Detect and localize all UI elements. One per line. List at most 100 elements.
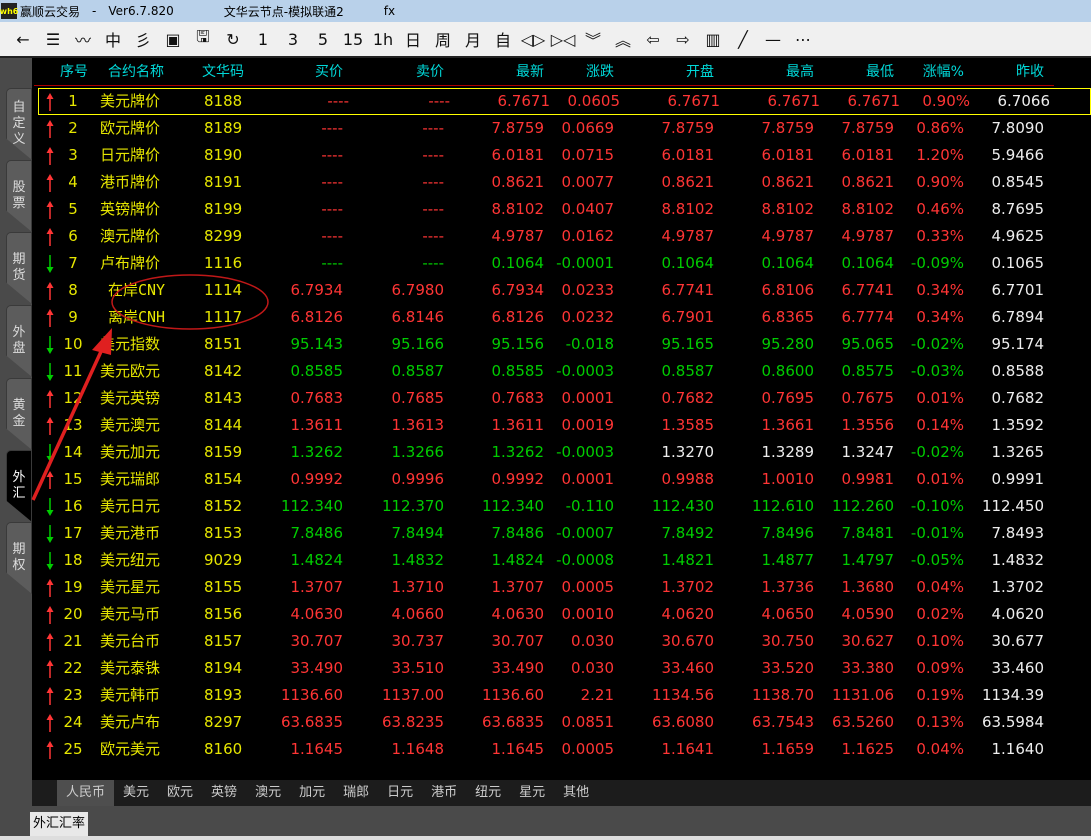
table-row[interactable]: 2 欧元牌价 8189 ---- ---- 7.8759 0.0669 7.8759 7.875… bbox=[32, 115, 1091, 142]
column-header-9[interactable]: 最低 bbox=[866, 58, 894, 86]
column-header-10[interactable]: 涨幅% bbox=[923, 58, 964, 86]
table-row[interactable]: 4 港币牌价 8191 ---- ---- 0.8621 0.0077 0.8621 0.862… bbox=[32, 169, 1091, 196]
candlestick-icon[interactable]: 中 bbox=[98, 25, 128, 53]
zoom-in-icon[interactable]: ▷◁ bbox=[548, 25, 578, 53]
arrow-left-icon[interactable]: ⇦ bbox=[638, 25, 668, 53]
cell-change: 0.0001 bbox=[561, 389, 615, 407]
table-row[interactable]: 10 美元指数 8151 95.143 95.166 95.156 -0.018 95.165… bbox=[32, 331, 1091, 358]
table-row[interactable]: 16 美元日元 8152 112.340 112.370 112.340 -0.110 112… bbox=[32, 493, 1091, 520]
table-row[interactable]: 17 美元港币 8153 7.8486 7.8494 7.8486 -0.0007 7.849… bbox=[32, 520, 1091, 547]
chevron-up-icon[interactable]: ︽ bbox=[608, 25, 638, 53]
refresh-icon[interactable]: ↻ bbox=[218, 25, 248, 53]
cell-last: 7.8486 bbox=[491, 524, 545, 542]
currency-tab-4[interactable]: 澳元 bbox=[246, 780, 290, 806]
table-row[interactable]: 20 美元马币 8156 4.0630 4.0660 4.0630 0.0010 4.0620… bbox=[32, 601, 1091, 628]
column-header-4[interactable]: 卖价 bbox=[416, 58, 444, 86]
table-row[interactable]: 9 离岸CNH 1117 6.8126 6.8146 6.8126 0.0232 6.7901… bbox=[32, 304, 1091, 331]
table-row[interactable]: 1 美元牌价 8188 ---- ---- 6.7671 0.0605 6.7671 6.767… bbox=[38, 88, 1091, 115]
table-row[interactable]: 19 美元星元 8155 1.3707 1.3710 1.3707 0.0005 1.3702… bbox=[32, 574, 1091, 601]
column-header-7[interactable]: 开盘 bbox=[686, 58, 714, 86]
chevron-down-icon[interactable]: ︾ bbox=[578, 25, 608, 53]
sidebar-tab-5[interactable]: 外汇 bbox=[6, 450, 32, 522]
column-header-3[interactable]: 买价 bbox=[315, 58, 343, 86]
table-row[interactable]: 12 美元英镑 8143 0.7683 0.7685 0.7683 0.0001 0.7682… bbox=[32, 385, 1091, 412]
back-icon[interactable]: ← bbox=[8, 25, 38, 53]
column-header-5[interactable]: 最新 bbox=[516, 58, 544, 86]
cell-open: 0.7682 bbox=[661, 389, 715, 407]
cell-prev-close: 7.8493 bbox=[991, 524, 1045, 542]
draw-line-icon[interactable]: ╱ bbox=[728, 25, 758, 53]
flash-order-icon[interactable]: 彡 bbox=[128, 25, 158, 53]
table-row[interactable]: 25 欧元美元 8160 1.1645 1.1648 1.1645 0.0005 1.1641… bbox=[32, 736, 1091, 763]
cell-name: 欧元牌价 bbox=[100, 119, 161, 137]
table-row[interactable]: 6 澳元牌价 8299 ---- ---- 4.9787 0.0162 4.9787 4.978… bbox=[32, 223, 1091, 250]
header-divider bbox=[34, 85, 1054, 86]
currency-tab-6[interactable]: 瑞郎 bbox=[334, 780, 378, 806]
table-row[interactable]: 22 美元泰铢 8194 33.490 33.510 33.490 0.030 33.460 3… bbox=[32, 655, 1091, 682]
zoom-out-icon[interactable]: ◁▷ bbox=[518, 25, 548, 53]
currency-tab-7[interactable]: 日元 bbox=[378, 780, 422, 806]
toolbar-period-day[interactable]: 日 bbox=[398, 25, 428, 53]
currency-tab-9[interactable]: 纽元 bbox=[466, 780, 510, 806]
currency-tab-5[interactable]: 加元 bbox=[290, 780, 334, 806]
toolbar-period-3m[interactable]: 3 bbox=[278, 25, 308, 53]
currency-tab-2[interactable]: 欧元 bbox=[158, 780, 202, 806]
sidebar-tab-3[interactable]: 外盘 bbox=[6, 305, 32, 377]
table-row[interactable]: 14 美元加元 8159 1.3262 1.3266 1.3262 -0.0003 1.327… bbox=[32, 439, 1091, 466]
horizontal-line-icon[interactable]: — bbox=[758, 25, 788, 53]
currency-tab-1[interactable]: 美元 bbox=[114, 780, 158, 806]
arrow-right-icon[interactable]: ⇨ bbox=[668, 25, 698, 53]
column-header-8[interactable]: 最高 bbox=[786, 58, 814, 86]
cell-change: 0.0162 bbox=[561, 227, 615, 245]
cell-bid: 6.8126 bbox=[290, 308, 344, 326]
table-row[interactable]: 8 在岸CNY 1114 6.7934 6.7980 6.7934 0.0233 6.7741… bbox=[32, 277, 1091, 304]
cell-open: 0.9988 bbox=[661, 470, 715, 488]
table-row[interactable]: 7 卢布牌价 1116 ---- ---- 0.1064 -0.0001 0.1064 0.10… bbox=[32, 250, 1091, 277]
tab-forex-rates[interactable]: 外汇汇率 bbox=[30, 812, 88, 836]
column-header-2[interactable]: 文华码 bbox=[202, 58, 244, 86]
layout-icon[interactable]: ▥ bbox=[698, 25, 728, 53]
table-row[interactable]: 5 英镑牌价 8199 ---- ---- 8.8102 0.0407 8.8102 8.810… bbox=[32, 196, 1091, 223]
cell-prev-close: 1134.39 bbox=[981, 686, 1044, 704]
toolbar-period-week[interactable]: 周 bbox=[428, 25, 458, 53]
cell-bid: 4.0630 bbox=[290, 605, 344, 623]
sidebar-tab-4[interactable]: 黄金 bbox=[6, 378, 32, 450]
cell-low: 6.0181 bbox=[841, 146, 895, 164]
toolbar-period-15m[interactable]: 15 bbox=[338, 25, 368, 53]
sidebar-tab-1[interactable]: 股票 bbox=[6, 160, 32, 232]
currency-tab-3[interactable]: 英镑 bbox=[202, 780, 246, 806]
toolbar-period-month[interactable]: 月 bbox=[458, 25, 488, 53]
cell-prev-close: 6.7701 bbox=[991, 281, 1045, 299]
toolbar-period-5m[interactable]: 5 bbox=[308, 25, 338, 53]
column-header-6[interactable]: 涨跌 bbox=[586, 58, 614, 86]
more-icon[interactable]: ⋯ bbox=[788, 25, 818, 53]
table-row[interactable]: 23 美元韩币 8193 1136.60 1137.00 1136.60 2.21 1134.… bbox=[32, 682, 1091, 709]
table-row[interactable]: 18 美元纽元 9029 1.4824 1.4832 1.4824 -0.0008 1.482… bbox=[32, 547, 1091, 574]
cell-bid: 0.8585 bbox=[290, 362, 344, 380]
sidebar-tab-6[interactable]: 期权 bbox=[6, 522, 32, 594]
toolbar-period-1m[interactable]: 1 bbox=[248, 25, 278, 53]
table-row[interactable]: 15 美元瑞郎 8154 0.9992 0.9996 0.9992 0.0001 0.9988… bbox=[32, 466, 1091, 493]
table-row[interactable]: 11 美元欧元 8142 0.8585 0.8587 0.8585 -0.0003 0.858… bbox=[32, 358, 1091, 385]
column-header-1[interactable]: 合约名称 bbox=[108, 58, 164, 86]
order-book-icon[interactable]: ▣ bbox=[158, 25, 188, 53]
currency-tab-0[interactable]: 人民币 bbox=[57, 780, 115, 806]
line-chart-icon[interactable]: 〰 bbox=[68, 25, 98, 53]
currency-tab-10[interactable]: 星元 bbox=[510, 780, 554, 806]
list-icon[interactable]: ☰ bbox=[38, 25, 68, 53]
sidebar-tab-0[interactable]: 自定义 bbox=[6, 88, 32, 160]
toolbar-period-custom[interactable]: 自 bbox=[488, 25, 518, 53]
sidebar-tab-2[interactable]: 期货 bbox=[6, 232, 32, 304]
table-row[interactable]: 24 美元卢布 8297 63.6835 63.8235 63.6835 0.0851 63.… bbox=[32, 709, 1091, 736]
cell-index: 2 bbox=[68, 119, 78, 137]
toolbar-period-1h[interactable]: 1h bbox=[368, 25, 398, 53]
cell-high: 0.7695 bbox=[761, 389, 815, 407]
table-row[interactable]: 3 日元牌价 8190 ---- ---- 6.0181 0.0715 6.0181 6.018… bbox=[32, 142, 1091, 169]
save-icon[interactable]: 🖫 bbox=[188, 25, 218, 53]
table-row[interactable]: 13 美元澳元 8144 1.3611 1.3613 1.3611 0.0019 1.3585… bbox=[32, 412, 1091, 439]
currency-tab-11[interactable]: 其他 bbox=[554, 780, 598, 806]
table-row[interactable]: 21 美元台币 8157 30.707 30.737 30.707 0.030 30.670 3… bbox=[32, 628, 1091, 655]
currency-tab-8[interactable]: 港币 bbox=[422, 780, 466, 806]
column-header-11[interactable]: 昨收 bbox=[1016, 58, 1044, 86]
column-header-0[interactable]: 序号 bbox=[60, 58, 88, 86]
